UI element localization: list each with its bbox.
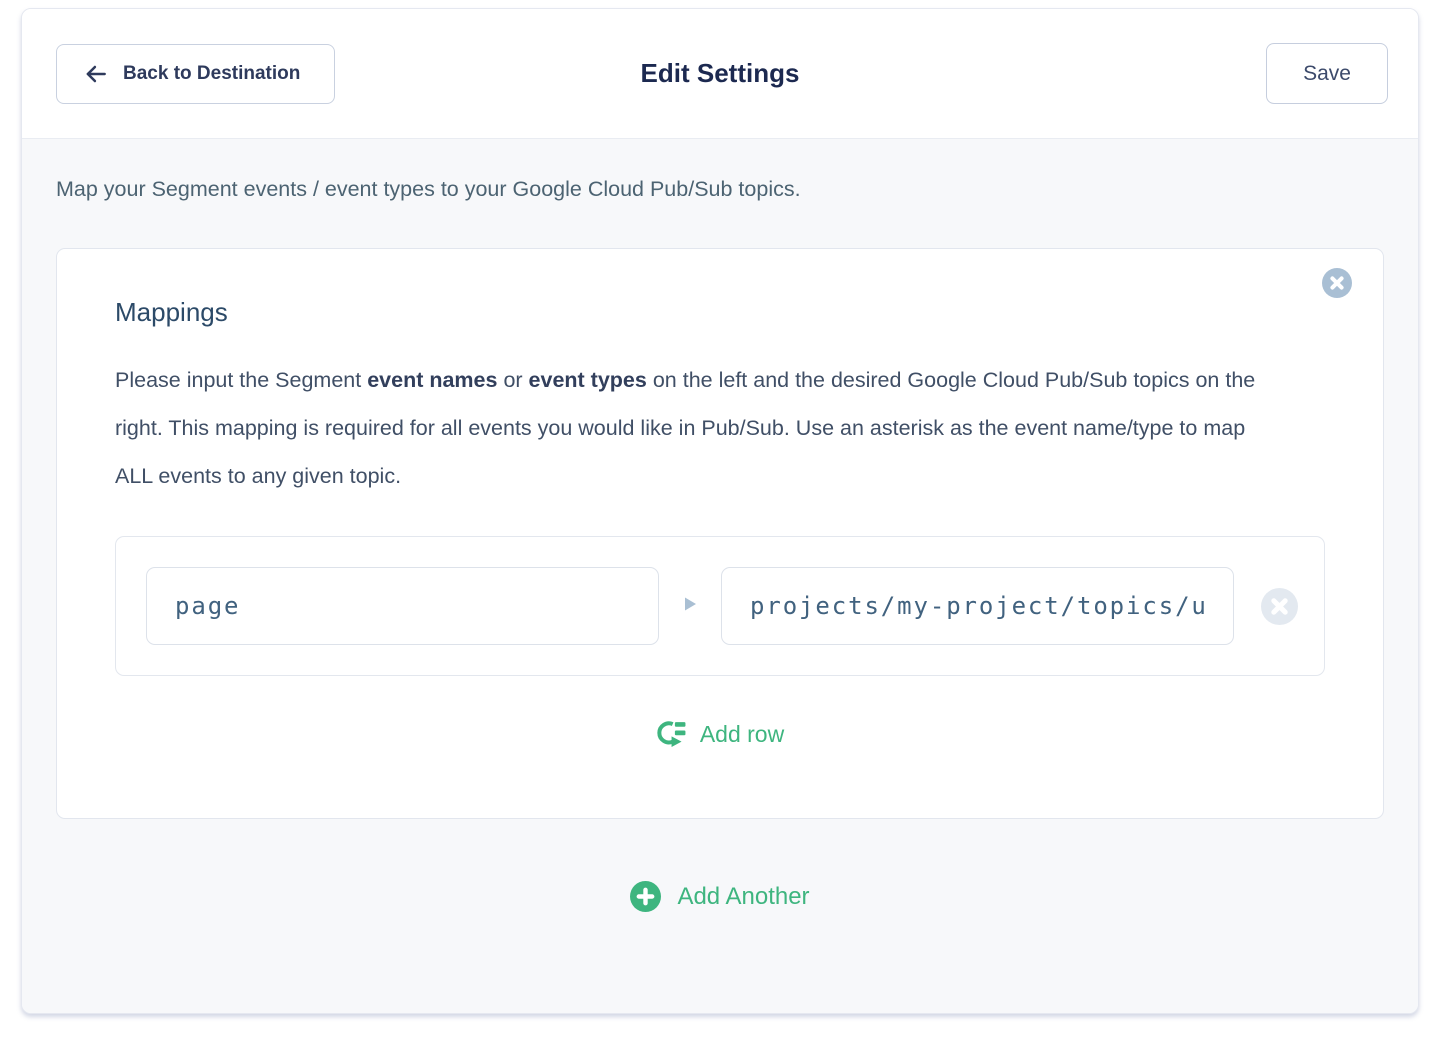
event-name-input[interactable] bbox=[146, 567, 659, 645]
add-another-label: Add Another bbox=[677, 883, 809, 911]
back-button-label: Back to Destination bbox=[123, 63, 300, 85]
close-circle-icon bbox=[1261, 588, 1298, 625]
mapping-arrow-cell bbox=[659, 596, 721, 617]
remove-row-button[interactable] bbox=[1261, 588, 1298, 625]
back-to-destination-button[interactable]: Back to Destination bbox=[56, 44, 335, 104]
triangle-right-icon bbox=[684, 596, 697, 617]
add-row-button[interactable]: Add row bbox=[650, 716, 790, 752]
mapping-row bbox=[115, 536, 1325, 676]
add-row-label: Add row bbox=[700, 721, 784, 748]
add-another-button[interactable]: Add Another bbox=[624, 877, 815, 916]
mappings-title: Mappings bbox=[115, 297, 1325, 328]
save-button[interactable]: Save bbox=[1266, 43, 1388, 104]
plus-circle-icon bbox=[630, 881, 661, 912]
mappings-description: Please input the Segment event names or … bbox=[115, 356, 1275, 500]
desc-bold-event-types: event types bbox=[529, 368, 647, 392]
close-circle-icon bbox=[1322, 268, 1352, 298]
insert-row-arrow-icon bbox=[656, 720, 686, 748]
desc-bold-event-names: event names bbox=[367, 368, 497, 392]
row-close-cell bbox=[1234, 588, 1324, 625]
edit-settings-panel: Back to Destination Edit Settings Save M… bbox=[21, 8, 1419, 1014]
panel-body: Map your Segment events / event types to… bbox=[22, 139, 1418, 1013]
mappings-card: Mappings Please input the Segment event … bbox=[56, 248, 1384, 819]
panel-header: Back to Destination Edit Settings Save bbox=[22, 9, 1418, 139]
intro-text: Map your Segment events / event types to… bbox=[56, 177, 1384, 202]
arrow-left-icon bbox=[83, 61, 109, 87]
mappings-card-close-button[interactable] bbox=[1322, 268, 1352, 298]
pubsub-topic-input[interactable] bbox=[721, 567, 1234, 645]
page-title: Edit Settings bbox=[641, 58, 800, 89]
